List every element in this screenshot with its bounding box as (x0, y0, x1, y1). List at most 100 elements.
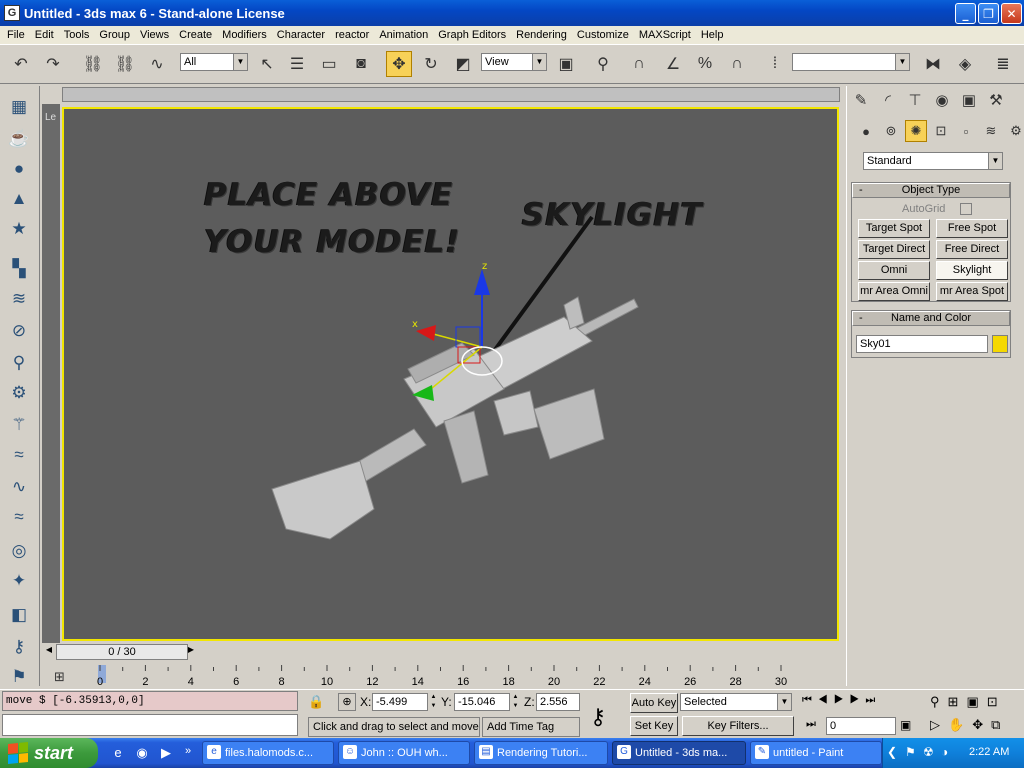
play-icon[interactable]: ▶ (834, 694, 850, 706)
bone-icon[interactable]: ⚚ (6, 412, 32, 438)
pan-icon[interactable]: ✋ (948, 717, 972, 732)
create-tab-icon[interactable]: ✎ (849, 88, 873, 112)
ripple-icon[interactable]: ≈ (6, 504, 32, 530)
menu-edit[interactable]: Edit (30, 29, 59, 41)
x-spinner-icon[interactable]: ▲ ▼ (429, 693, 438, 711)
edit-named-selection-icon[interactable]: ⁞ (762, 51, 788, 77)
tray-app-icon-2[interactable]: ☢ (923, 745, 934, 759)
rifle-model[interactable] (271, 296, 639, 540)
task-john-ouh[interactable]: ☺ John :: OUH wh... (338, 741, 470, 765)
lock-selection-icon[interactable]: 🔒 (308, 694, 324, 710)
omni-button[interactable]: Omni (858, 261, 930, 280)
key-mode-dropdown[interactable]: Selected ▼ (680, 693, 792, 711)
layer-manager-icon[interactable]: ≣ (990, 51, 1016, 77)
key-mode-icon[interactable]: ⊞ (54, 670, 65, 685)
close-button[interactable]: ✕ (1001, 3, 1022, 24)
maxscript-listener-input[interactable] (2, 714, 298, 736)
select-by-name-icon[interactable]: ☰ (284, 51, 310, 77)
motion-tab-icon[interactable]: ◉ (930, 88, 954, 112)
select-and-link-icon[interactable]: ⛓ (80, 51, 106, 77)
maximize-viewport-icon[interactable]: ⧉ (991, 717, 1008, 732)
free-direct-button[interactable]: Free Direct (936, 240, 1008, 259)
frame-ruler[interactable]: ⊞ 0 2 4 6 8 10 12 14 16 18 20 22 24 26 28 30 (40, 661, 844, 689)
menu-maxscript[interactable]: MAXScript (634, 29, 696, 41)
task-files-halomods[interactable]: e files.halomods.c... (202, 741, 334, 765)
space-warps-icon[interactable]: ≋ (980, 120, 1002, 142)
title-bar[interactable]: G Untitled - 3ds max 6 - Stand-alone Lic… (0, 0, 1024, 26)
target-spot-button[interactable]: Target Spot (858, 219, 930, 238)
set-key-icon[interactable]: ⚷ (590, 704, 606, 730)
pin-icon[interactable]: ⚑ (6, 664, 32, 690)
next-frame-icon[interactable]: ▶ (850, 694, 866, 706)
menu-modifiers[interactable]: Modifiers (217, 29, 272, 41)
menu-views[interactable]: Views (135, 29, 174, 41)
menu-create[interactable]: Create (174, 29, 217, 41)
absolute-mode-icon[interactable]: ⊕ (338, 693, 356, 711)
hierarchy-tab-icon[interactable]: ⊤ (903, 88, 927, 112)
internet-explorer-icon[interactable]: e (110, 745, 126, 761)
z-axis-arrow[interactable] (474, 269, 490, 295)
snap-toggle-icon[interactable]: ∩ (626, 51, 652, 77)
magnify-icon[interactable]: ⚲ (6, 350, 32, 376)
torus-icon[interactable]: ◎ (6, 538, 32, 564)
named-selection-dropdown[interactable]: ▼ (792, 53, 910, 71)
z-coord-field[interactable]: 2.556 (536, 693, 580, 711)
task-3dsmax[interactable]: G Untitled - 3ds ma... (612, 741, 746, 765)
redo-icon[interactable]: ↷ (40, 51, 66, 77)
align-icon[interactable]: ◈ (952, 51, 978, 77)
next-frame-arrow-icon[interactable]: ▶ (184, 643, 198, 657)
systems-icon[interactable]: ⚙ (1005, 120, 1024, 142)
arc-rotate-icon[interactable]: ✥ (972, 717, 991, 732)
teapot-icon[interactable]: ☕ (6, 126, 32, 152)
selection-filter-dropdown[interactable]: All ▼ (180, 53, 248, 71)
reference-coord-dropdown[interactable]: View ▼ (481, 53, 547, 71)
mr-area-omni-button[interactable]: mr Area Omni (858, 282, 930, 301)
unlink-icon[interactable]: ⛓ (112, 51, 138, 77)
lights-icon[interactable]: ✺ (905, 120, 927, 142)
free-spot-button[interactable]: Free Spot (936, 219, 1008, 238)
star-icon[interactable]: ★ (6, 216, 32, 242)
coil-icon[interactable]: ≋ (6, 286, 32, 312)
time-slider-thumb[interactable]: 0 / 30 (56, 644, 188, 660)
select-and-manipulate-icon[interactable]: ⚲ (590, 51, 616, 77)
media-player-icon[interactable]: ▶ (158, 745, 174, 761)
cone-icon[interactable]: ▲ (6, 186, 32, 212)
menu-reactor[interactable]: reactor (330, 29, 374, 41)
select-and-rotate-icon[interactable]: ↻ (418, 51, 444, 77)
cameras-icon[interactable]: ⊡ (930, 120, 952, 142)
key-mode-toggle-icon[interactable]: ⏭ (806, 718, 816, 731)
undo-icon[interactable]: ↶ (8, 51, 34, 77)
go-to-start-icon[interactable]: ⏮ (802, 694, 818, 706)
browser-icon[interactable]: ◉ (134, 745, 150, 761)
previous-frame-icon[interactable]: ◀ (818, 694, 834, 706)
menu-animation[interactable]: Animation (374, 29, 433, 41)
start-button[interactable]: start (0, 738, 98, 768)
biped-icon[interactable]: ✦ (6, 568, 32, 594)
viewport[interactable]: PLACE ABOVE YOUR MODEL! SKYLIGHT x z (62, 107, 839, 641)
utilities-tab-icon[interactable]: ⚒ (984, 88, 1008, 112)
x-axis-arrow[interactable] (416, 325, 436, 341)
percent-snap-icon[interactable]: % (692, 51, 718, 77)
prev-frame-arrow-icon[interactable]: ◀ (42, 643, 56, 657)
maxscript-listener-output[interactable]: move $ [-6.35913,0,0] (2, 691, 298, 711)
autogrid-checkbox[interactable] (960, 203, 972, 215)
shapes-icon[interactable]: ⊚ (880, 120, 902, 142)
modify-tab-icon[interactable]: ◜ (876, 88, 900, 112)
auto-key-button[interactable]: Auto Key (630, 693, 678, 713)
window-crossing-icon[interactable]: ◙ (348, 51, 374, 77)
bind-to-space-warp-icon[interactable]: ∿ (144, 51, 170, 77)
select-and-move-icon[interactable]: ✥ (386, 51, 412, 77)
object-category-dropdown[interactable]: Standard ▼ (863, 152, 1003, 170)
time-configuration-icon[interactable]: ▣ (900, 718, 911, 732)
checker-icon[interactable]: ▚ (6, 256, 32, 282)
time-slider[interactable]: ◀ 0 / 30 ▶ (40, 643, 844, 661)
tray-app-icon-3[interactable]: ◑ (941, 745, 948, 759)
key-filters-button[interactable]: Key Filters... (682, 716, 794, 736)
menu-help[interactable]: Help (696, 29, 729, 41)
restore-button[interactable]: ❐ (978, 3, 999, 24)
current-frame-field[interactable]: 0 (826, 717, 896, 735)
display-tab-icon[interactable]: ▣ (957, 88, 981, 112)
select-object-icon[interactable]: ↖ (254, 51, 280, 77)
geometry-icon[interactable]: ● (855, 120, 877, 142)
key-icon[interactable]: ⚷ (6, 634, 32, 660)
